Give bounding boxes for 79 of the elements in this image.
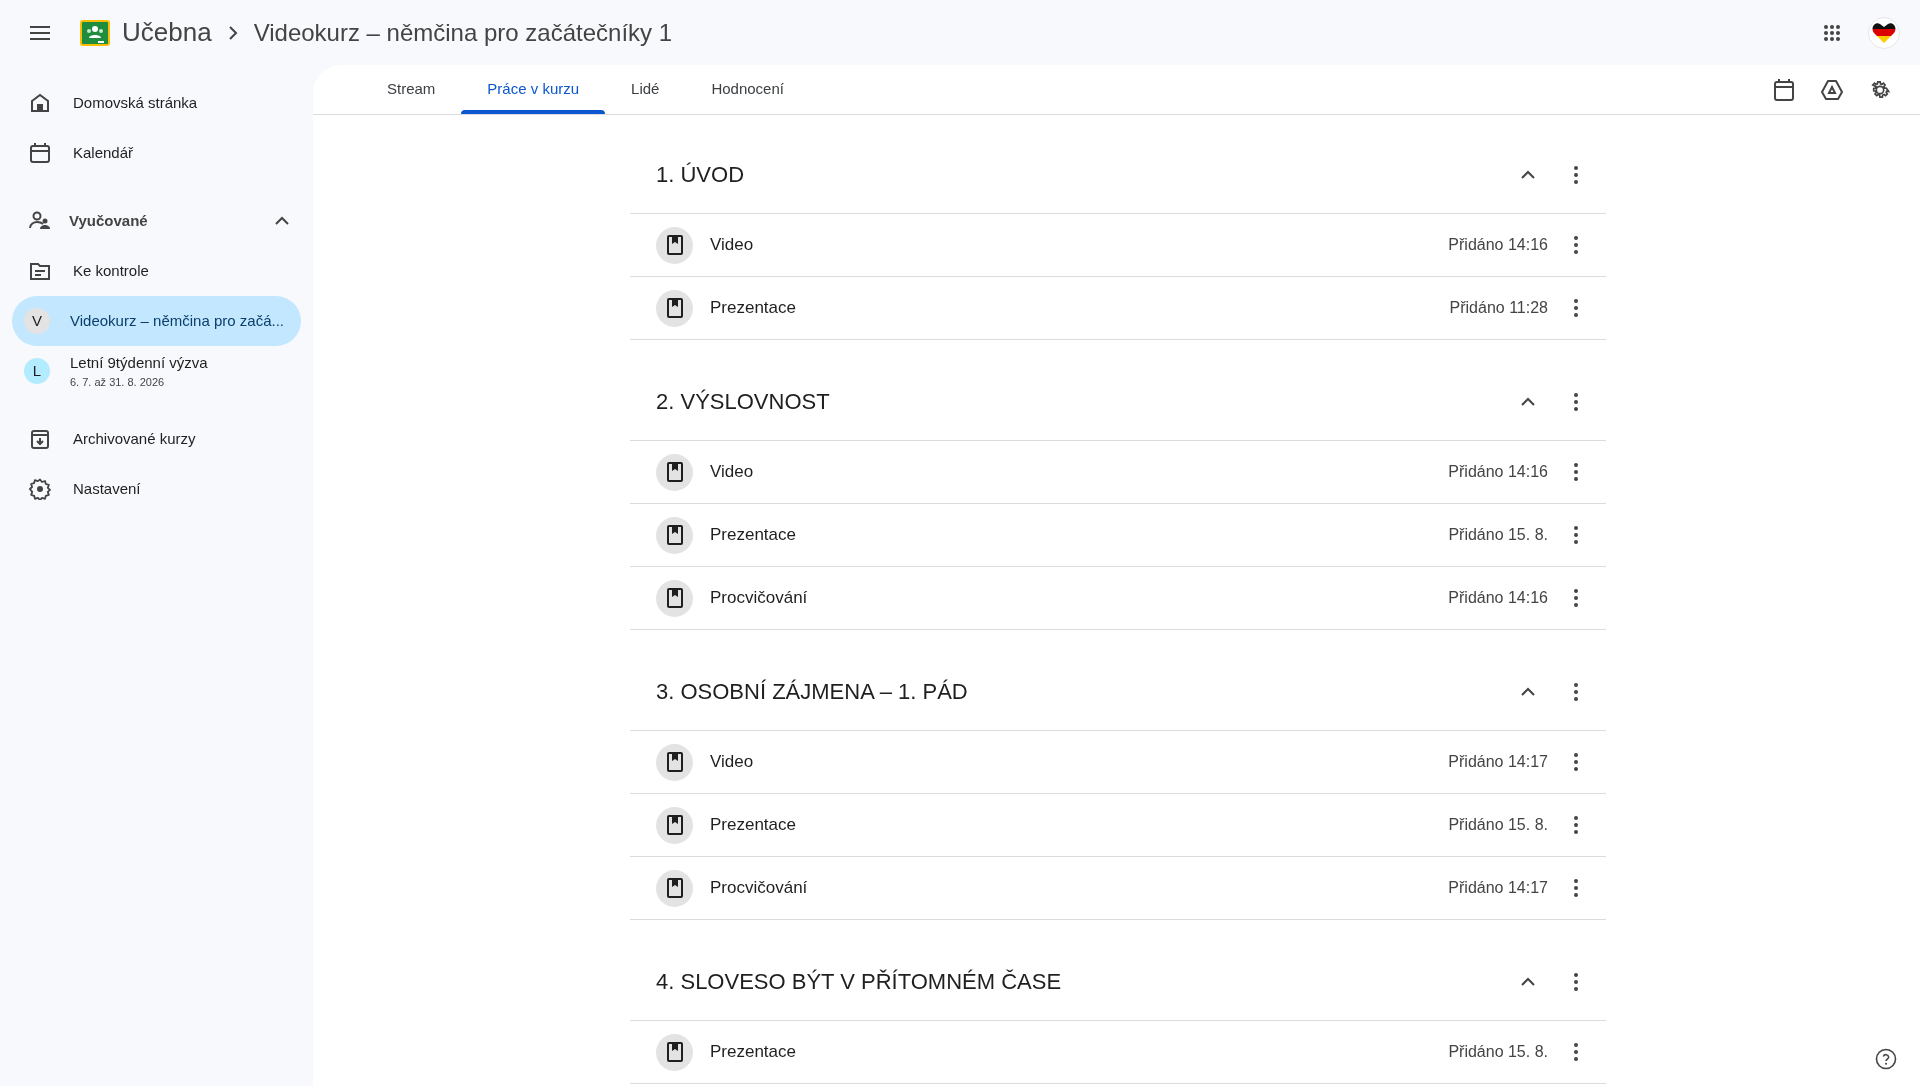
material-title[interactable]: Video xyxy=(710,232,1449,258)
course-title: Videokurz – němčina pro začátečníky 1 xyxy=(253,17,673,48)
more-icon xyxy=(1573,878,1579,898)
more-icon xyxy=(1573,298,1579,318)
course-avatar: L xyxy=(24,358,50,384)
help-icon xyxy=(1875,1048,1897,1070)
calendar-icon xyxy=(1774,78,1794,101)
apps-icon xyxy=(1823,23,1841,42)
course-item[interactable]: V Videokurz – němčina pro začá... xyxy=(12,296,301,346)
tab[interactable]: Stream xyxy=(361,65,462,114)
material-icon xyxy=(656,869,693,907)
course-dates: 6. 7. až 31. 8. 2026 xyxy=(70,375,166,390)
tab[interactable]: Hodnocení xyxy=(685,65,810,114)
more-icon xyxy=(1573,815,1579,835)
material-title[interactable]: Procvičování xyxy=(710,585,1449,611)
course-name: Letní 9týdenní výzva xyxy=(70,352,208,373)
more-icon xyxy=(1573,462,1579,482)
material-title[interactable]: Video xyxy=(710,459,1449,485)
more-icon xyxy=(1573,164,1579,185)
course-item[interactable]: L Letní 9týdenní výzva 6. 7. až 31. 8. 2026 xyxy=(12,346,301,396)
tab[interactable]: Lidé xyxy=(605,65,686,114)
added-date: Přidáno 14:16 xyxy=(1448,588,1548,608)
sidebar-item[interactable]: Ke kontrole xyxy=(0,246,301,296)
added-date: Přidáno 15. 8. xyxy=(1448,525,1548,545)
sidebar-item[interactable]: Archivované kurzy xyxy=(0,414,301,464)
more-icon xyxy=(1573,235,1579,255)
more-icon xyxy=(1573,1042,1579,1062)
topic-title: 1. ÚVOD xyxy=(656,161,746,189)
material-title[interactable]: Video xyxy=(710,749,1449,775)
topic-title: 2. VÝSLOVNOST xyxy=(656,388,831,416)
chevron-right-icon xyxy=(227,25,238,40)
sidebar-item[interactable]: Nastavení xyxy=(0,464,301,514)
home-icon xyxy=(29,92,51,114)
material-icon xyxy=(656,516,693,554)
material-icon xyxy=(656,289,693,327)
logo-icon xyxy=(80,19,110,46)
material-title[interactable]: Prezentace xyxy=(710,295,1450,321)
calendar-icon xyxy=(29,142,51,164)
material-icon xyxy=(656,806,693,844)
triangle-icon xyxy=(1821,79,1843,100)
avatar-button[interactable] xyxy=(1868,16,1900,49)
more-icon xyxy=(1573,681,1579,702)
added-date: Přidáno 11:28 xyxy=(1449,298,1548,318)
more-icon xyxy=(1573,588,1579,608)
sidebar-item[interactable]: Kalendář xyxy=(0,128,301,178)
course-avatar: V xyxy=(24,308,50,334)
more-icon xyxy=(1573,971,1579,992)
settings-icon xyxy=(29,478,51,500)
menu-icon xyxy=(29,24,51,41)
added-date: Přidáno 14:17 xyxy=(1448,752,1548,772)
more-icon xyxy=(1573,525,1579,545)
material-title[interactable]: Prezentace xyxy=(710,522,1449,548)
course-name: Videokurz – němčina pro začá... xyxy=(70,310,284,331)
more-icon xyxy=(1573,752,1579,772)
topic-title: 3. OSOBNÍ ZÁJMENA – 1. PÁD xyxy=(656,678,969,706)
material-icon xyxy=(656,743,693,781)
material-icon xyxy=(656,579,693,617)
topic-title: 4. SLOVESO BÝT V PŘÍTOMNÉM ČASE xyxy=(656,968,1063,996)
material-title[interactable]: Procvičování xyxy=(710,875,1449,901)
added-date: Přidáno 15. 8. xyxy=(1448,815,1548,835)
section-header[interactable]: Vyučované xyxy=(0,196,301,246)
material-icon xyxy=(656,1033,693,1071)
material-icon xyxy=(656,453,693,491)
material-title[interactable]: Prezentace xyxy=(710,1039,1449,1065)
heart-icon xyxy=(1872,21,1896,44)
added-date: Přidáno 14:16 xyxy=(1448,462,1548,482)
added-date: Přidáno 14:17 xyxy=(1448,878,1548,898)
settings-icon xyxy=(1869,78,1891,101)
folder-icon xyxy=(29,260,51,282)
added-date: Přidáno 15. 8. xyxy=(1448,1042,1548,1062)
archive-icon xyxy=(29,428,51,450)
sidebar-item[interactable]: Domovská stránka xyxy=(0,78,301,128)
more-icon xyxy=(1573,391,1579,412)
material-icon xyxy=(656,226,693,264)
app-title[interactable]: Učebna xyxy=(122,13,212,52)
added-date: Přidáno 14:16 xyxy=(1448,235,1548,255)
tab[interactable]: Práce v kurzu xyxy=(461,65,606,114)
people-icon xyxy=(29,210,51,232)
material-title[interactable]: Prezentace xyxy=(710,812,1449,838)
